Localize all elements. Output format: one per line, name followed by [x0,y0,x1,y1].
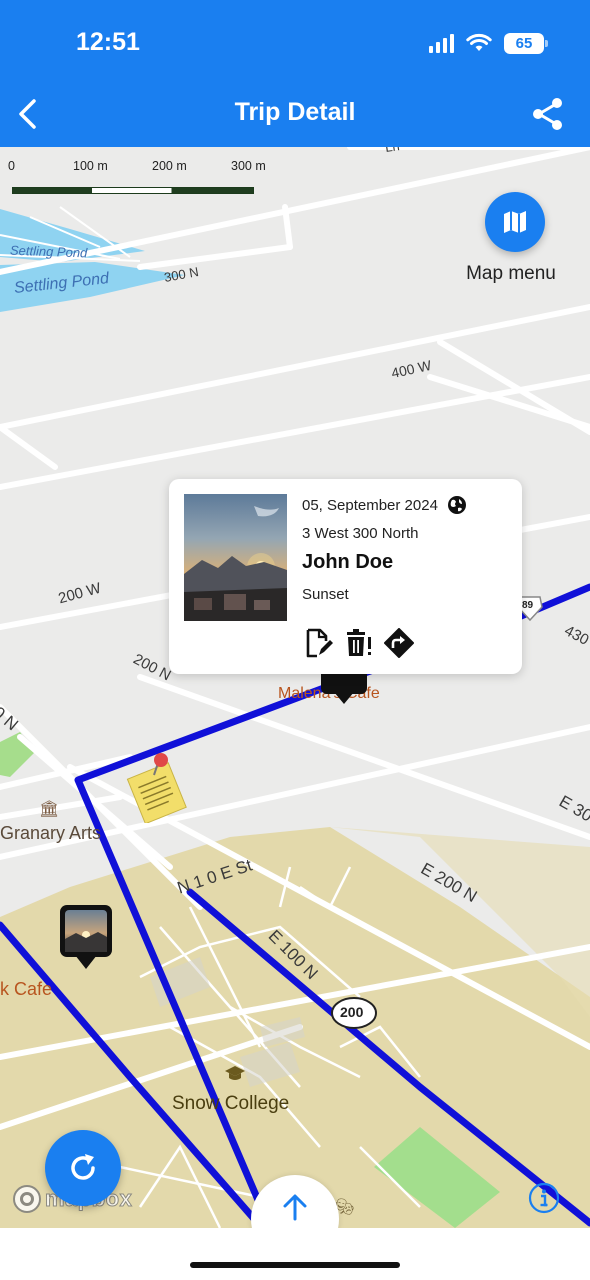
arrow-up-icon [283,1194,307,1221]
battery-indicator: 65 [504,32,548,54]
scale-label: 100 m [73,159,108,173]
refresh-button[interactable] [45,1130,121,1206]
status-time: 12:51 [76,28,140,56]
photo-marker[interactable] [60,905,112,969]
globe-icon[interactable] [447,495,467,515]
poi-label[interactable]: k Cafe [0,979,52,1000]
scale-bar-graphic [12,187,254,194]
map-view[interactable]: Ln Settling Pond Settling Pond 300 N 400… [0,147,590,1228]
delete-icon [347,629,371,656]
share-icon [533,98,562,130]
route-shield-label: 89 [522,600,534,611]
directions-icon [384,628,414,658]
trip-popup[interactable]: 05, September 2024 3 West 300 North John… [169,479,522,674]
edit-button[interactable] [303,627,335,659]
scale-label: 0 [8,159,15,173]
wifi-icon [466,33,492,51]
scale-bar: 0 100 m 200 m 300 m [8,159,268,194]
scale-label: 300 m [231,159,266,173]
page-title: Trip Detail [234,98,356,126]
refresh-icon [71,1154,95,1180]
museum-icon: 🏛︎ [39,801,60,818]
map-menu-button[interactable] [485,192,545,252]
app-header: 12:51 65 Trip Detail [0,0,590,147]
info-icon [528,1182,560,1214]
school-icon [224,1065,246,1083]
map-label-pond: Settling Pond [9,242,88,261]
info-button[interactable] [528,1182,560,1214]
home-indicator[interactable] [190,1262,400,1268]
photo-thumbnail[interactable] [184,494,287,621]
scale-label: 200 m [152,159,187,173]
mapbox-logo-icon [13,1185,41,1213]
map-menu-label: Map menu [466,263,556,284]
note-marker[interactable] [124,751,190,825]
delete-button[interactable] [343,627,375,659]
home-area [0,1228,590,1280]
status-icons: 65 [429,30,548,56]
poi-label[interactable]: Snow College [172,1093,289,1115]
photo-date: 05, September 2024 [302,497,438,514]
photo-caption: Sunset [302,586,349,603]
map-icon [504,211,526,233]
photo-address: 3 West 300 North [302,525,419,542]
edit-note-icon [306,628,333,658]
photo-author: John Doe [302,551,394,573]
share-button[interactable] [530,96,566,132]
route-shield-label: 200 [340,1004,364,1020]
signal-icon [429,33,454,53]
poi-label[interactable]: Granary Arts [0,823,101,844]
directions-button[interactable] [383,627,415,659]
